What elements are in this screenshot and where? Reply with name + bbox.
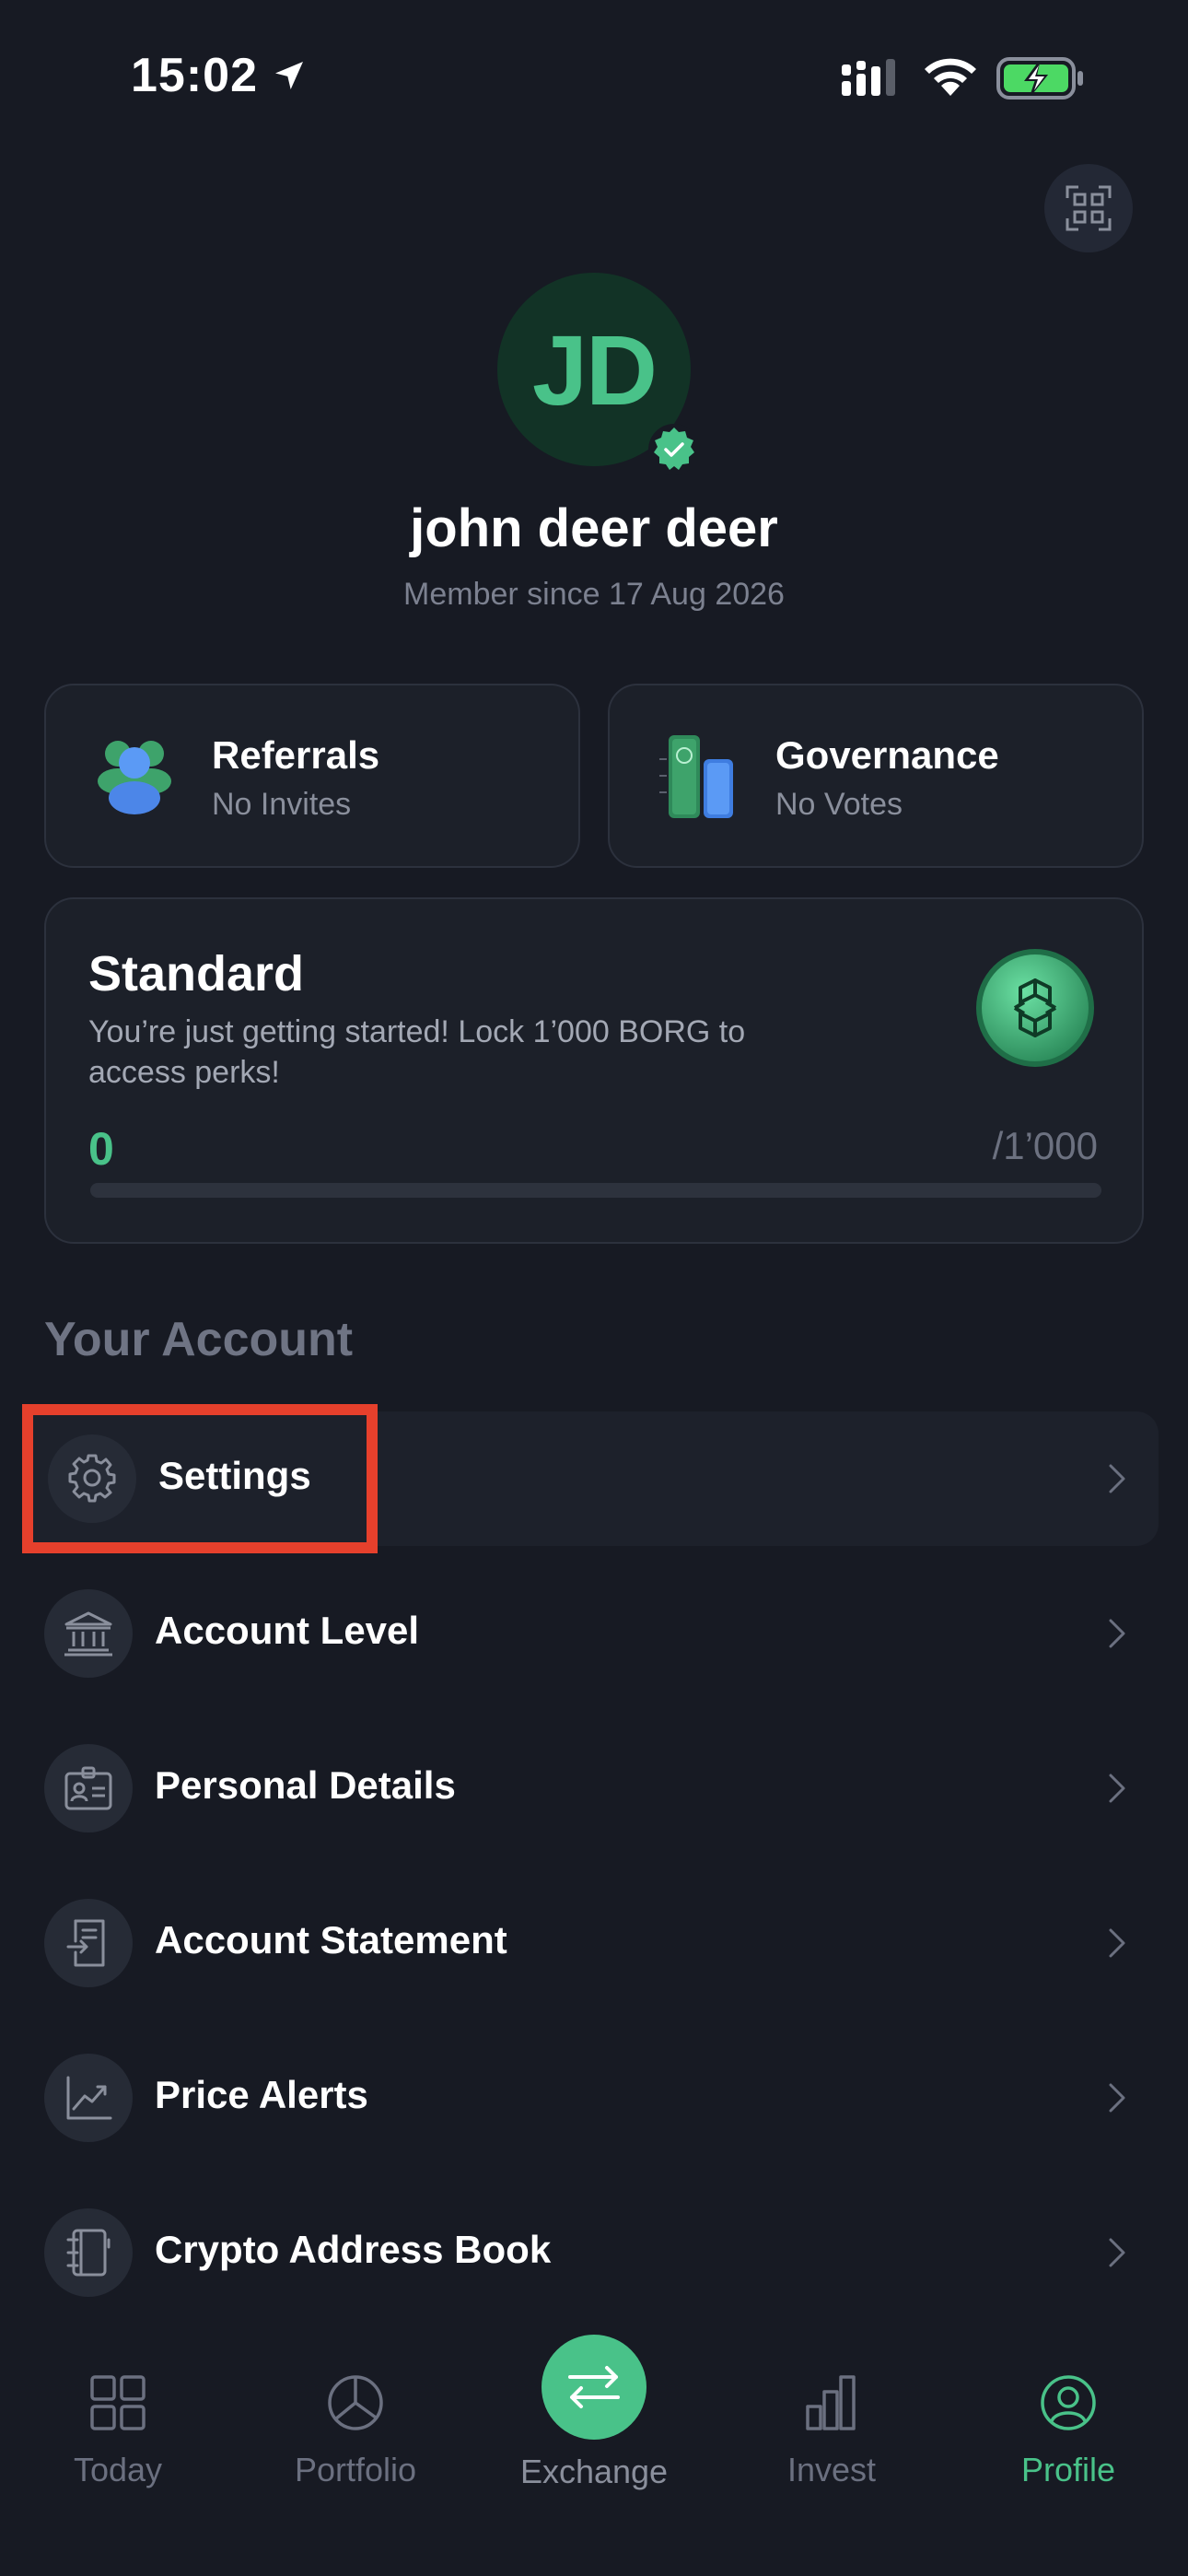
- referrals-title: Referrals: [212, 733, 380, 777]
- tab-exchange[interactable]: [542, 2335, 646, 2440]
- qr-scan-button[interactable]: [1044, 164, 1133, 252]
- tab-label: Profile: [1020, 2451, 1116, 2488]
- tab-invest[interactable]: Invest: [721, 2322, 942, 2506]
- chevron-right-icon: [1109, 1619, 1125, 1648]
- tier-progress-bar: [90, 1183, 1101, 1198]
- chart-icon: [44, 2054, 133, 2142]
- chevron-right-icon: [1109, 2083, 1125, 2113]
- menu-item-label: Price Alerts: [155, 2073, 368, 2116]
- tab-today[interactable]: Today: [7, 2322, 228, 2506]
- bank-icon: [44, 1589, 133, 1678]
- tab-label: Portfolio: [294, 2451, 417, 2488]
- tab-profile[interactable]: Profile: [958, 2322, 1179, 2506]
- wifi-icon: [925, 58, 976, 96]
- tab-label: Invest: [786, 2451, 877, 2488]
- user-name: john deer deer: [410, 498, 778, 558]
- referrals-card[interactable]: Referrals No Invites: [44, 684, 580, 868]
- chevron-right-icon: [1109, 1928, 1125, 1958]
- menu-item-label: Crypto Address Book: [155, 2228, 552, 2271]
- tab-label: Today: [73, 2451, 163, 2488]
- pie-chart-icon: [245, 2373, 466, 2432]
- governance-card[interactable]: Governance No Votes: [608, 684, 1144, 868]
- address-book-icon: [44, 2208, 133, 2297]
- tab-exchange-label: Exchange: [519, 2453, 669, 2490]
- settings-highlight-box: [22, 1404, 378, 1553]
- governance-icon: [659, 735, 733, 818]
- referrals-subtitle: No Invites: [212, 787, 352, 822]
- tier-progress-target: /1’000: [992, 1124, 1098, 1167]
- battery-charging-icon: [996, 57, 1083, 100]
- chevron-right-icon: [1109, 1774, 1125, 1803]
- profile-screen: 15:02 JD john deer deer Member since 17 …: [0, 0, 1188, 2576]
- menu-item-price-alerts[interactable]: Price Alerts: [22, 2031, 1159, 2165]
- chevron-right-icon: [1109, 1464, 1125, 1493]
- menu-item-label: Account Statement: [155, 1918, 507, 1961]
- chevron-right-icon: [1109, 2238, 1125, 2267]
- swap-icon: [568, 2366, 620, 2408]
- menu-item-account-statement[interactable]: Account Statement: [22, 1876, 1159, 2010]
- status-bar: 15:02: [0, 0, 1188, 166]
- bottom-tab-bar: Today Portfolio Exchange Invest Profile: [0, 2322, 1188, 2576]
- menu-item-account-level[interactable]: Account Level: [22, 1566, 1159, 1701]
- grid-icon: [7, 2373, 228, 2432]
- menu-item-crypto-address-book[interactable]: Crypto Address Book: [22, 2185, 1159, 2320]
- tier-description: You’re just getting started! Lock 1’000 …: [88, 1014, 746, 1090]
- governance-title: Governance: [775, 733, 999, 777]
- tab-portfolio[interactable]: Portfolio: [245, 2322, 466, 2506]
- member-since: Member since 17 Aug 2026: [403, 577, 785, 612]
- tier-card[interactable]: Standard You’re just getting started! Lo…: [44, 897, 1144, 1244]
- menu-item-personal-details[interactable]: Personal Details: [22, 1721, 1159, 1856]
- tier-title: Standard: [88, 946, 305, 1001]
- document-icon: [44, 1899, 133, 1987]
- id-card-icon: [44, 1744, 133, 1832]
- user-icon: [958, 2373, 1179, 2432]
- bar-chart-icon: [721, 2373, 942, 2432]
- verified-badge-icon: [648, 424, 700, 475]
- qr-code-icon: [1066, 185, 1112, 231]
- status-time: 15:02: [131, 49, 258, 102]
- borg-token-icon: [976, 949, 1094, 1067]
- tier-progress-value: 0: [88, 1123, 114, 1175]
- referrals-icon: [98, 741, 171, 814]
- section-title-your-account: Your Account: [44, 1313, 354, 1366]
- menu-item-label: Personal Details: [155, 1763, 456, 1807]
- menu-item-label: Account Level: [155, 1609, 420, 1652]
- cellular-signal-icon: [842, 59, 895, 96]
- governance-subtitle: No Votes: [775, 787, 903, 822]
- location-arrow-icon: [275, 62, 303, 89]
